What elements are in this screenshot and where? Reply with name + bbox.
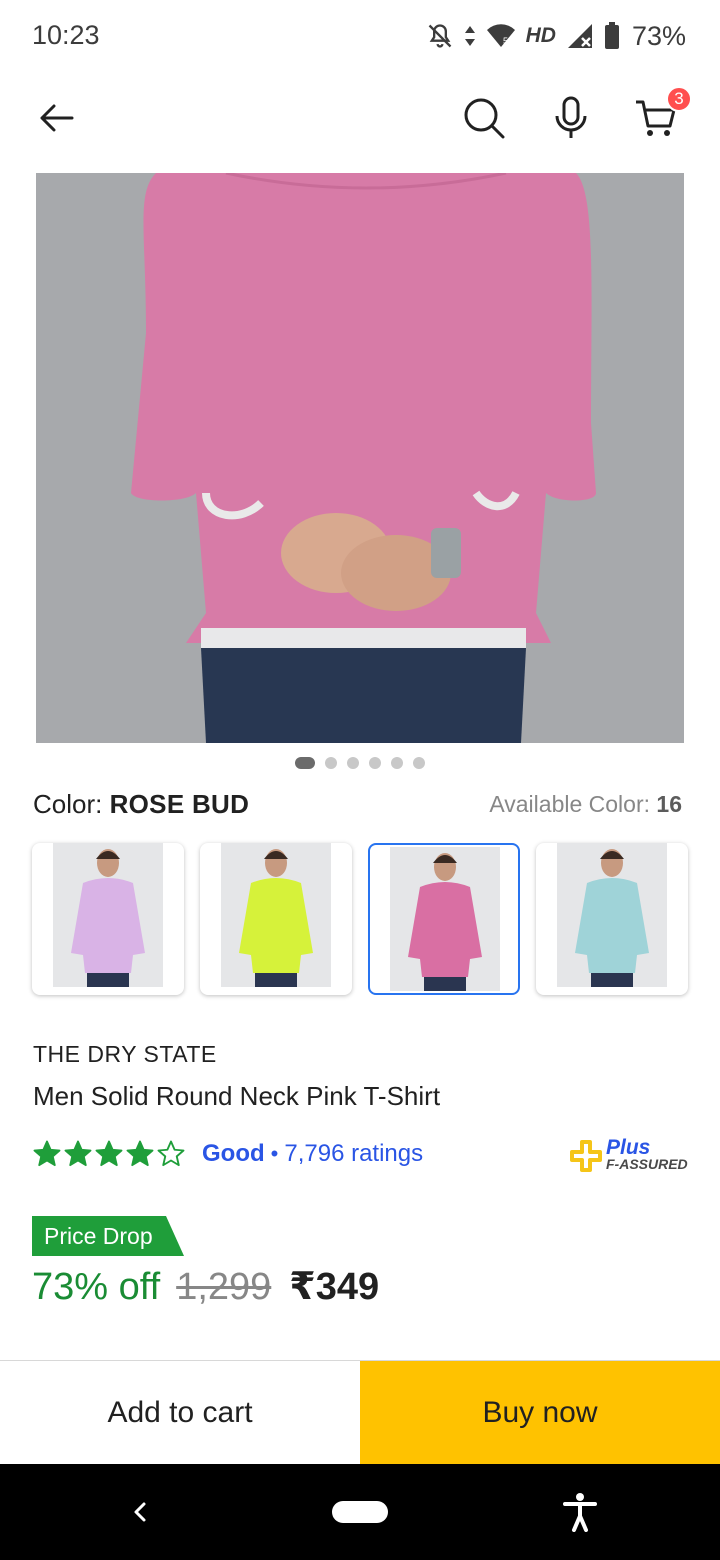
search-icon — [464, 98, 505, 139]
model-thumbnail-graphic — [239, 849, 313, 987]
carousel-dot[interactable] — [413, 757, 425, 769]
carousel-dot[interactable] — [347, 757, 359, 769]
carousel-dot[interactable] — [391, 757, 403, 769]
system-home-button[interactable] — [332, 1501, 388, 1523]
available-colors-label: Available Color: — [489, 791, 657, 817]
plus-assured-badge: Plus F-ASSURED — [570, 1136, 690, 1176]
product-photo — [36, 173, 684, 743]
battery-percent: 73% — [631, 20, 686, 51]
swatch-thumbnail — [53, 843, 163, 987]
color-swatch[interactable] — [536, 843, 688, 995]
brand-name[interactable]: THE DRY STATE — [33, 1041, 217, 1068]
price-row: 73% off 1,299 ₹349 — [32, 1264, 379, 1314]
battery-icon — [604, 22, 619, 49]
accessibility-icon — [563, 1493, 597, 1532]
star-filled-icon — [95, 1140, 123, 1167]
available-colors: Available Color: 16 — [489, 791, 682, 818]
svg-text:5: 5 — [503, 36, 508, 46]
star-empty-icon — [157, 1140, 185, 1167]
ratings-count: 7,796 ratings — [284, 1140, 424, 1167]
color-label: Color: ROSE BUD — [33, 789, 249, 820]
final-price: ₹349 — [289, 1266, 380, 1308]
accessibility-button[interactable] — [558, 1488, 602, 1536]
buy-now-button[interactable]: Buy now — [360, 1361, 720, 1464]
assured-label: F-ASSURED — [606, 1156, 688, 1172]
rating-word: Good — [202, 1140, 265, 1167]
rating-row[interactable]: Good • 7,796 ratings — [32, 1137, 423, 1171]
rating-separator: • — [270, 1141, 279, 1166]
nav-back-icon — [134, 1502, 146, 1522]
swatch-thumbnail — [390, 847, 500, 991]
mic-icon — [555, 96, 587, 138]
back-arrow-icon — [40, 104, 74, 132]
carousel-dot[interactable] — [325, 757, 337, 769]
product-title: Men Solid Round Neck Pink T-Shirt — [33, 1081, 441, 1111]
app-bar — [0, 72, 720, 168]
swatch-thumbnail — [221, 843, 331, 987]
plus-assured-icon — [570, 1140, 602, 1172]
add-to-cart-button[interactable]: Add to cart — [0, 1361, 360, 1464]
cart-count-badge: 3 — [666, 86, 692, 112]
discount-percent: 73% off — [32, 1266, 161, 1308]
search-button[interactable] — [456, 90, 512, 146]
swatch-thumbnail — [557, 843, 667, 987]
data-arrows-icon — [464, 26, 475, 46]
status-time: 10:23 — [32, 20, 100, 50]
color-swatch[interactable] — [368, 843, 520, 995]
star-filled-icon — [64, 1140, 92, 1167]
price-drop-label: Price Drop — [44, 1223, 153, 1249]
carousel-indicator[interactable] — [0, 756, 720, 770]
model-thumbnail-graphic — [575, 849, 649, 987]
wifi-icon: 5 — [486, 24, 515, 47]
signal-icon — [567, 24, 592, 48]
system-nav-bar — [0, 1464, 720, 1560]
product-image[interactable] — [36, 173, 684, 743]
price-drop-badge: Price Drop — [32, 1216, 184, 1256]
color-swatch[interactable] — [200, 843, 352, 995]
selected-color-name: ROSE BUD — [109, 789, 250, 819]
status-bar: 10:23 5 HD 73% — [0, 0, 720, 72]
back-button[interactable] — [28, 90, 84, 146]
star-filled-icon — [33, 1140, 61, 1167]
voice-search-button[interactable] — [543, 90, 599, 146]
star-filled-icon — [126, 1140, 154, 1167]
color-swatches — [32, 843, 688, 995]
carousel-dot[interactable] — [295, 757, 315, 769]
rating-stars — [32, 1139, 186, 1169]
available-colors-count: 16 — [656, 791, 682, 817]
original-price: 1,299 — [176, 1266, 272, 1308]
color-swatch[interactable] — [32, 843, 184, 995]
model-thumbnail-graphic — [71, 849, 145, 987]
status-icons: 5 HD 73% — [426, 18, 686, 54]
color-label-prefix: Color: — [33, 789, 110, 819]
carousel-dot[interactable] — [369, 757, 381, 769]
system-back-button[interactable] — [118, 1488, 162, 1536]
bell-off-icon — [428, 24, 451, 48]
network-label: HD — [525, 24, 556, 47]
model-thumbnail-graphic — [408, 853, 482, 991]
